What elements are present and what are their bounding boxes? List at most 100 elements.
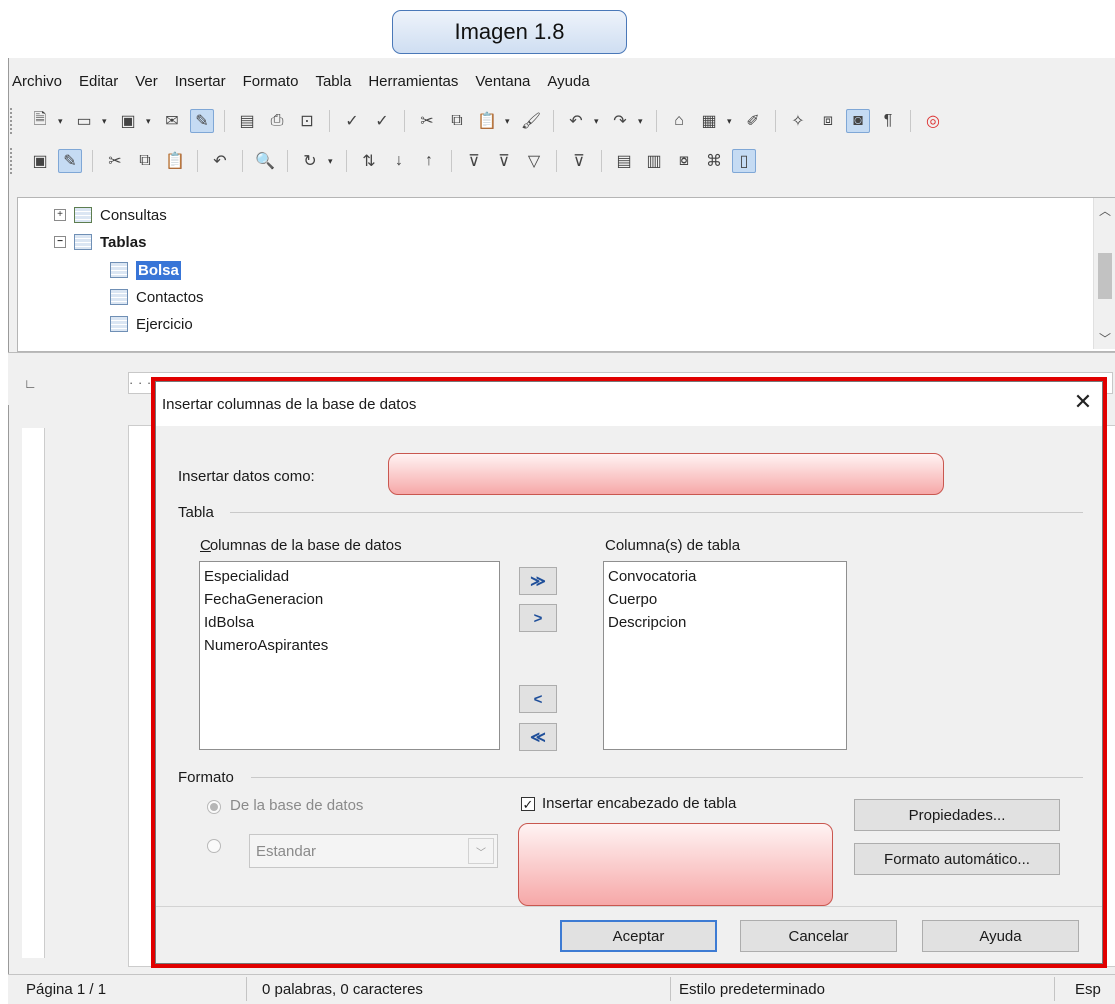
tree-item-consultas[interactable]: + Consultas [54, 202, 167, 228]
custom-format-radio[interactable] [207, 839, 221, 853]
sort-ascending-icon[interactable]: ↓ [387, 149, 411, 173]
tree-item-bolsa[interactable]: Bolsa [110, 257, 181, 283]
new-document-icon[interactable]: 🗎 [28, 109, 52, 133]
move-all-right-button[interactable]: ≫ [519, 567, 557, 595]
copy-icon[interactable]: ⧉ [445, 109, 469, 133]
refresh-dropdown-icon[interactable]: ▾ [328, 156, 336, 167]
table-icon[interactable]: ▦ [697, 109, 721, 133]
collapse-icon[interactable]: − [54, 236, 66, 248]
new-dropdown-icon[interactable]: ▾ [58, 116, 66, 127]
menu-ver[interactable]: Ver [133, 73, 160, 90]
format-select[interactable]: Estandar ﹀ [249, 834, 498, 868]
explorer-icon[interactable]: ▯ [732, 149, 756, 173]
data-source-current-icon[interactable]: ⌘ [702, 149, 726, 173]
spellcheck-icon[interactable]: ✓ [340, 109, 364, 133]
list-item[interactable]: Descripcion [608, 611, 842, 634]
insert-header-checkbox[interactable]: ✓ [521, 797, 535, 811]
list-item[interactable]: Especialidad [204, 565, 495, 588]
save-icon[interactable]: ▣ [116, 109, 140, 133]
mail-merge-icon[interactable]: ⧇ [672, 149, 696, 173]
help-button[interactable]: Ayuda [922, 920, 1079, 952]
toolbar-grip[interactable] [10, 108, 16, 134]
from-database-radio[interactable] [207, 800, 221, 814]
print-icon[interactable]: ⎙ [265, 109, 289, 133]
menu-herramientas[interactable]: Herramientas [366, 73, 460, 90]
list-item[interactable]: FechaGeneracion [204, 588, 495, 611]
navigator-icon[interactable]: ✧ [786, 109, 810, 133]
properties-button[interactable]: Propiedades... [854, 799, 1060, 831]
edit-data-icon[interactable]: ✎ [58, 149, 82, 173]
email-icon[interactable]: ✉ [160, 109, 184, 133]
paste-icon[interactable]: 📋 [163, 149, 187, 173]
list-item[interactable]: NumeroAspirantes [204, 634, 495, 657]
help-lifebuoy-icon[interactable]: ◎ [921, 109, 945, 133]
autofilter-icon[interactable]: ⊽ [462, 149, 486, 173]
chevron-down-icon[interactable]: ﹀ [468, 838, 494, 864]
open-dropdown-icon[interactable]: ▾ [102, 116, 110, 127]
apply-filter-icon[interactable]: ⊽ [492, 149, 516, 173]
refresh-icon[interactable]: ↻ [298, 149, 322, 173]
table-dropdown-icon[interactable]: ▾ [727, 116, 735, 127]
edit-mode-icon[interactable]: ✎ [190, 109, 214, 133]
list-item[interactable]: Cuerpo [608, 588, 842, 611]
reset-filter-icon[interactable]: ⊽ [567, 149, 591, 173]
data-to-text-icon[interactable]: ▤ [612, 149, 636, 173]
draw-functions-icon[interactable]: ✐ [741, 109, 765, 133]
list-item[interactable]: Convocatoria [608, 565, 842, 588]
move-left-button[interactable]: < [519, 685, 557, 713]
undo-icon[interactable]: ↶ [208, 149, 232, 173]
standard-filter-icon[interactable]: ▽ [522, 149, 546, 173]
toolbar-grip[interactable] [10, 148, 16, 174]
tree-item-tablas[interactable]: − Tablas [54, 229, 146, 255]
menu-archivo[interactable]: Archivo [10, 73, 64, 90]
scroll-thumb[interactable] [1098, 253, 1112, 299]
open-folder-icon[interactable]: ▭ [72, 109, 96, 133]
db-columns-list[interactable]: Especialidad FechaGeneracion IdBolsa Num… [199, 561, 500, 750]
save-dropdown-icon[interactable]: ▾ [146, 116, 154, 127]
cut-icon[interactable]: ✂ [415, 109, 439, 133]
undo-dropdown-icon[interactable]: ▾ [594, 116, 602, 127]
redo-dropdown-icon[interactable]: ▾ [638, 116, 646, 127]
cut-icon[interactable]: ✂ [103, 149, 127, 173]
autoformat-button[interactable]: Formato automático... [854, 843, 1060, 875]
save-record-icon[interactable]: ▣ [28, 149, 52, 173]
print-preview-icon[interactable]: ⊡ [295, 109, 319, 133]
formatting-marks-icon[interactable]: ¶ [876, 109, 900, 133]
page-indicator[interactable]: Página 1 / 1 [26, 981, 106, 998]
gallery-icon[interactable]: ⧈ [816, 109, 840, 133]
tab-stop-icon[interactable]: ∟ [24, 376, 37, 391]
cancel-button[interactable]: Cancelar [740, 920, 897, 952]
list-item[interactable]: IdBolsa [204, 611, 495, 634]
export-pdf-icon[interactable]: ▤ [235, 109, 259, 133]
move-right-button[interactable]: > [519, 604, 557, 632]
menu-editar[interactable]: Editar [77, 73, 120, 90]
menu-insertar[interactable]: Insertar [173, 73, 228, 90]
autospell-icon[interactable]: ✓ [370, 109, 394, 133]
redo-icon[interactable]: ↷ [608, 109, 632, 133]
scroll-down-icon[interactable]: ﹀ [1099, 330, 1111, 347]
vertical-ruler[interactable] [22, 428, 45, 958]
undo-icon[interactable]: ↶ [564, 109, 588, 133]
menu-formato[interactable]: Formato [241, 73, 301, 90]
hyperlink-icon[interactable]: ⌂ [667, 109, 691, 133]
search-icon[interactable]: 🔍 [253, 149, 277, 173]
ok-button[interactable]: Aceptar [560, 920, 717, 952]
paste-icon[interactable]: 📋 [475, 109, 499, 133]
expand-icon[interactable]: + [54, 209, 66, 221]
table-columns-list[interactable]: Convocatoria Cuerpo Descripcion [603, 561, 847, 750]
menu-ventana[interactable]: Ventana [473, 73, 532, 90]
tree-item-ejercicio[interactable]: Ejercicio [110, 311, 193, 337]
paste-dropdown-icon[interactable]: ▾ [505, 116, 513, 127]
sort-descending-icon[interactable]: ↑ [417, 149, 441, 173]
copy-icon[interactable]: ⧉ [133, 149, 157, 173]
scroll-up-icon[interactable]: ︿ [1099, 202, 1111, 219]
clone-formatting-icon[interactable]: 🖌 [519, 109, 543, 133]
menu-ayuda[interactable]: Ayuda [545, 73, 591, 90]
word-count[interactable]: 0 palabras, 0 caracteres [262, 981, 423, 998]
page-style[interactable]: Estilo predeterminado [679, 981, 825, 998]
move-all-left-button[interactable]: ≪ [519, 723, 557, 751]
data-to-fields-icon[interactable]: ▥ [642, 149, 666, 173]
sort-icon[interactable]: ⇅ [357, 149, 381, 173]
menu-tabla[interactable]: Tabla [313, 73, 353, 90]
close-icon[interactable]: ✕ [1069, 388, 1097, 416]
